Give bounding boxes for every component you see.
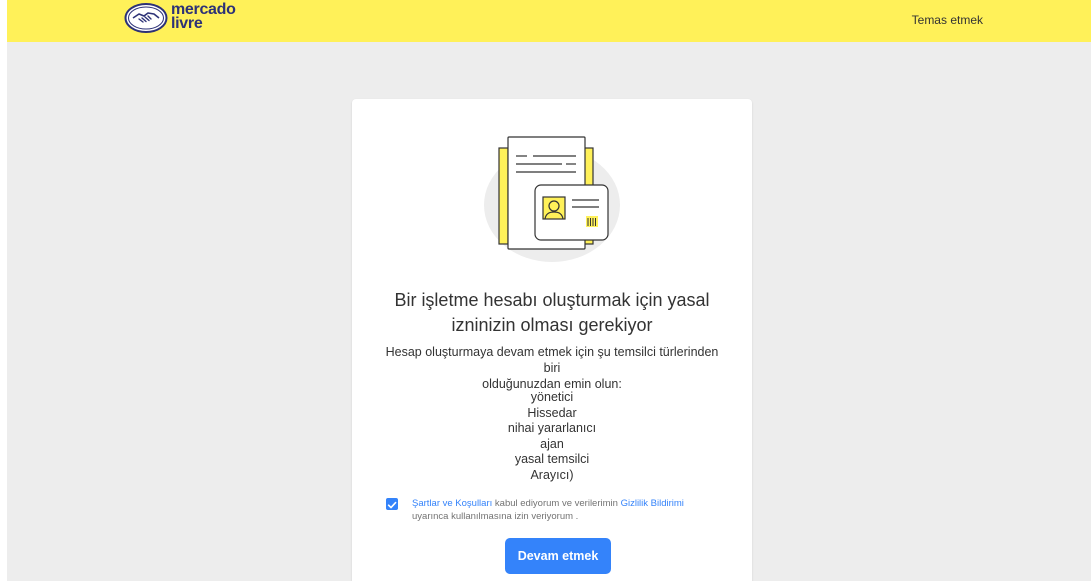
list-item: Hissedar — [527, 405, 577, 420]
legal-permission-card: Bir işletme hesabı oluşturmak için yasal… — [352, 99, 752, 581]
consent-text-end: uyarınca kullanılmasına izin veriyorum . — [412, 511, 579, 522]
subtitle-line-1: Hesap oluşturmaya devam etmek için şu te… — [385, 345, 719, 375]
contact-link[interactable]: Temas etmek — [912, 13, 983, 27]
page-title: Bir işletme hesabı oluşturmak için yasal… — [372, 288, 732, 338]
title-line-2: izninizin olması gerekiyor — [451, 315, 653, 335]
list-item: nihai yararlanıcı — [507, 421, 597, 435]
continue-button[interactable]: Devam etmek — [505, 538, 611, 574]
consent-text: Şartlar ve Koşulları kabul ediyorum ve v… — [412, 497, 722, 523]
title-line-1: Bir işletme hesabı oluşturmak için yasal — [394, 290, 710, 310]
logo-wordmark: mercado livre — [171, 2, 236, 32]
instructions-text: Hesap oluşturmaya devam etmek için şu te… — [382, 344, 722, 392]
logo-line-2: livre — [171, 15, 203, 32]
representative-types-list: yönetici Hissedar nihai yararlanıcı ajan… — [452, 390, 652, 483]
page-background: mercado livre Temas etmek Bir işletme he… — [7, 0, 1091, 581]
privacy-notice-link[interactable]: Gizlilik Bildirimi — [621, 498, 684, 509]
list-item: yönetici — [530, 390, 574, 404]
mercado-livre-logo[interactable]: mercado livre — [124, 2, 236, 38]
list-item: yasal temsilci — [514, 452, 590, 466]
subtitle-line-2: olduğunuzdan emin olun: — [482, 377, 622, 391]
header: mercado livre Temas etmek — [7, 0, 1091, 42]
documents-illustration — [484, 136, 620, 262]
check-icon — [387, 501, 397, 509]
consent-text-middle: kabul ediyorum ve verilerimin — [494, 498, 618, 509]
terms-checkbox[interactable] — [386, 498, 398, 510]
list-item: ajan — [540, 436, 564, 451]
terms-link[interactable]: Şartlar ve Koşulları — [412, 498, 492, 509]
handshake-logo-icon — [124, 3, 168, 33]
list-item: Arayıcı) — [530, 467, 574, 482]
